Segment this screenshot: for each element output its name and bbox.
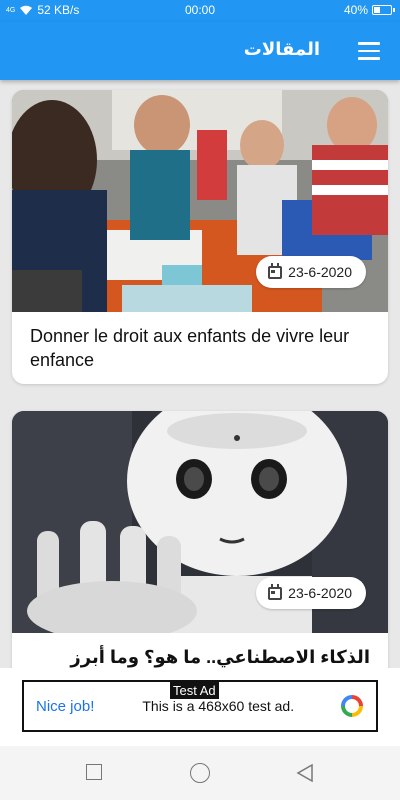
home-button[interactable] bbox=[190, 763, 210, 783]
article-card[interactable]: 23-6-2020 الذكاء الاصطناعي.. ما هو؟ وما … bbox=[12, 411, 388, 668]
menu-button[interactable] bbox=[358, 42, 380, 60]
ad-label: Test Ad bbox=[170, 682, 219, 699]
back-icon[interactable] bbox=[296, 763, 314, 783]
ad-logo-icon bbox=[341, 695, 363, 717]
system-nav-bar bbox=[0, 746, 400, 800]
battery-icon bbox=[372, 5, 395, 15]
status-bar: 4G 52 KB/s 00:00 40% bbox=[0, 0, 400, 22]
hamburger-icon-line bbox=[358, 49, 380, 52]
article-card[interactable]: 23-6-2020 Donner le droit aux enfants de… bbox=[12, 90, 388, 384]
app-bar: المقالات bbox=[0, 22, 400, 80]
article-title: الذكاء الاصطناعي.. ما هو؟ وما أبرز مظاهر… bbox=[70, 647, 370, 667]
page-title: المقالات bbox=[243, 39, 320, 59]
date-badge: 23-6-2020 bbox=[256, 256, 366, 288]
ad-container: Nice job! This is a 468x60 test ad. bbox=[0, 668, 400, 746]
article-title: Donner le droit aux enfants de vivre leu… bbox=[30, 326, 350, 370]
status-time: 00:00 bbox=[184, 3, 216, 17]
article-image: 23-6-2020 bbox=[12, 90, 388, 312]
battery-percent: 40% bbox=[343, 3, 368, 17]
date-badge: 23-6-2020 bbox=[256, 577, 366, 609]
ad-cta[interactable]: Nice job! bbox=[36, 698, 94, 715]
article-list[interactable]: 23-6-2020 Donner le droit aux enfants de… bbox=[0, 80, 400, 668]
ad-message: This is a 468x60 test ad. bbox=[142, 698, 295, 714]
calendar-icon bbox=[268, 262, 283, 279]
hamburger-icon-line bbox=[358, 42, 380, 45]
calendar-icon bbox=[268, 583, 283, 600]
article-date: 23-6-2020 bbox=[288, 264, 352, 280]
status-right: 40% bbox=[343, 3, 395, 17]
recents-button[interactable] bbox=[86, 764, 102, 780]
article-date: 23-6-2020 bbox=[288, 585, 352, 601]
hamburger-icon-line bbox=[358, 57, 380, 60]
article-image: 23-6-2020 bbox=[12, 411, 388, 633]
battery-fill bbox=[374, 7, 380, 13]
